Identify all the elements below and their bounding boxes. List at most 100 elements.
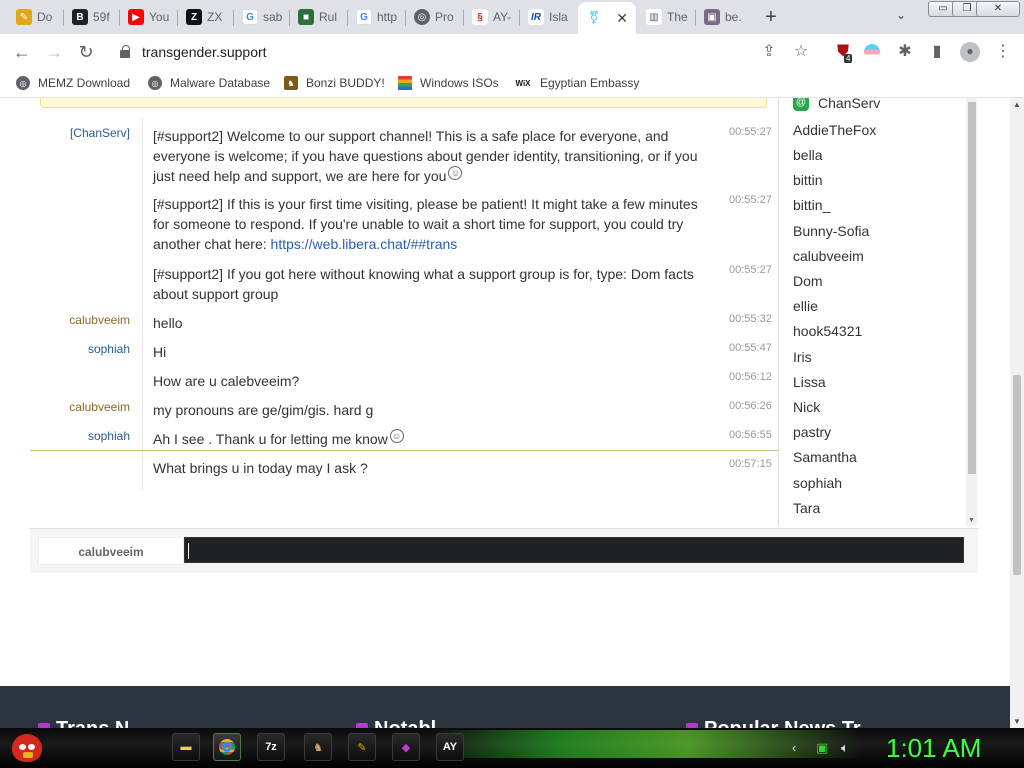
tab-3[interactable]: ▶ You [120,4,178,30]
volume-icon[interactable]: 🔈︎ [841,740,849,756]
tab-2[interactable]: B 59f [64,4,120,30]
user-list-item[interactable]: bella [793,147,823,163]
puzzle-extensions-icon[interactable]: ✱ [896,43,914,61]
tab-title: AY- [493,10,512,24]
bookmark-star-icon[interactable]: ☆ [792,43,810,61]
bonzi-icon[interactable]: ♞ [304,733,332,761]
trans-flag-extension-icon[interactable] [864,44,880,60]
user-list-item[interactable]: bittin_ [793,197,830,213]
message-time: 00:55:27 [729,126,772,138]
url-text[interactable]: transgender.support [142,44,267,60]
footer-heading: Notabl [356,718,436,728]
user-list-item[interactable]: Lissa [793,374,826,390]
user-name: ChanServ [818,98,881,111]
message-nick[interactable]: calubveeim [30,313,130,327]
bookmark-bonzi[interactable]: ♞ Bonzi BUDDY! [284,76,385,90]
libera-chat-link[interactable]: https://web.libera.chat/##trans [271,236,458,252]
bookmark-egyptian-embassy[interactable]: WiX Egyptian Embassy [514,76,639,90]
tab-title: Do [37,10,53,24]
message-nick[interactable]: calubveeim [30,400,130,414]
lock-icon [120,45,130,58]
close-window-button[interactable]: ✕ [976,1,1020,17]
page-scrollbar[interactable]: ▲ ▼ [1010,98,1024,728]
user-list-item[interactable]: sophiah [793,475,842,491]
forward-arrow-icon[interactable]: → [44,42,64,62]
ay-icon[interactable]: AY [436,733,464,761]
user-list-item[interactable]: Nick [793,399,820,415]
taskbar-clock[interactable]: 1:01 AM [886,733,981,764]
share-icon[interactable]: ⇪ [760,43,778,61]
user-list-item[interactable]: hook54321 [793,323,862,339]
message-time: 00:55:27 [729,264,772,276]
bonzi-icon: ♞ [284,76,298,90]
tab-10[interactable]: IR Isla [520,4,578,30]
user-list-item[interactable]: Tara [793,500,820,516]
tab-12[interactable]: ▥ The [638,4,696,30]
tab-6[interactable]: ■ Rul [290,4,348,30]
extension-badge: 4 [844,54,853,63]
footer-heading: Popular News Tr [686,718,861,728]
new-tab-button[interactable]: + [761,6,781,29]
pencil-icon[interactable]: ✎ [348,733,376,761]
trans-support-icon: ⚧ [586,10,602,26]
tab-title: Pro [435,10,454,24]
unread-marker-line [30,450,778,451]
user-list-item[interactable]: Iris [793,349,812,365]
bookmark-malware-db[interactable]: ◎ Malware Database [148,76,270,90]
omnibox[interactable]: transgender.support [108,37,818,67]
user-list-item[interactable]: bittin [793,172,823,188]
current-nick[interactable]: calubveeim [38,537,184,565]
network-icon[interactable]: ▣ [816,740,828,756]
bookmark-memz[interactable]: ◎ MEMZ Download [16,76,130,90]
scroll-down-arrow-icon[interactable]: ▼ [1013,717,1021,726]
tab-search-chevron-icon[interactable]: ⌄ [896,8,906,22]
user-list-item[interactable]: Dom [793,273,823,289]
scroll-up-arrow-icon[interactable]: ▲ [1013,100,1021,109]
message-nick[interactable]: sophiah [30,429,130,443]
scroll-down-arrow-icon[interactable]: ▼ [968,517,975,524]
message-time: 00:55:32 [729,313,772,325]
reload-icon[interactable]: ↻ [76,42,96,62]
back-arrow-icon[interactable]: ← [12,42,32,62]
user-list-item[interactable]: AddieTheFox [793,122,876,138]
purple-fish-icon[interactable]: ◆ [392,733,420,761]
profile-avatar-icon[interactable]: ● [960,42,980,62]
user-list-item[interactable]: calubveeim [793,248,864,264]
tab-active[interactable]: ⚧ ✕ [578,2,636,34]
user-list-item[interactable]: pastry [793,424,831,440]
photo-icon: ▣ [704,9,720,25]
chrome-icon[interactable] [213,733,241,761]
page-content: [ChanServ] [#support2] Welcome to our su… [0,98,1010,728]
message-nick[interactable]: [ChanServ] [30,126,130,140]
b-logo-icon: B [72,9,88,25]
user-list-item[interactable]: ellie [793,298,818,314]
tab-5[interactable]: G sab [234,4,290,30]
op-badge-icon: @ [793,98,809,111]
message-nick[interactable]: sophiah [30,342,130,356]
bookmark-label: Windows ISOs [420,76,499,90]
start-button[interactable] [6,730,48,766]
tray-chevron-icon[interactable]: ‹ [792,740,796,755]
user-list-item[interactable]: @ ChanServ [793,98,880,111]
close-tab-icon[interactable]: ✕ [616,10,628,27]
tab-8[interactable]: ◎ Pro [406,4,464,30]
menu-dots-icon[interactable]: ⋮ [994,43,1012,61]
bird-beak [23,752,33,758]
side-panel-icon[interactable]: ▮ [928,43,946,61]
globe-icon: ◎ [414,9,430,25]
user-list-item[interactable]: Samantha [793,449,857,465]
user-list-item[interactable]: Bunny-Sofia [793,223,869,239]
tab-1[interactable]: ✎ Do [8,4,64,30]
tab-7[interactable]: G http [348,4,406,30]
zx-icon: Z [186,9,202,25]
message-input[interactable] [184,537,964,563]
user-list-scrollbar-thumb[interactable] [968,102,976,474]
page-scrollbar-thumb[interactable] [1013,375,1021,575]
user-list-scrollbar[interactable]: ▼ [966,98,977,526]
tab-13[interactable]: ▣ be. [696,4,752,30]
folder-icon[interactable]: ▬ [172,733,200,761]
tab-9[interactable]: § AY- [464,4,520,30]
7zip-icon[interactable]: 7z [257,733,285,761]
tab-4[interactable]: Z ZX [178,4,234,30]
bookmark-windows-isos[interactable]: Windows ISOs [398,76,499,90]
